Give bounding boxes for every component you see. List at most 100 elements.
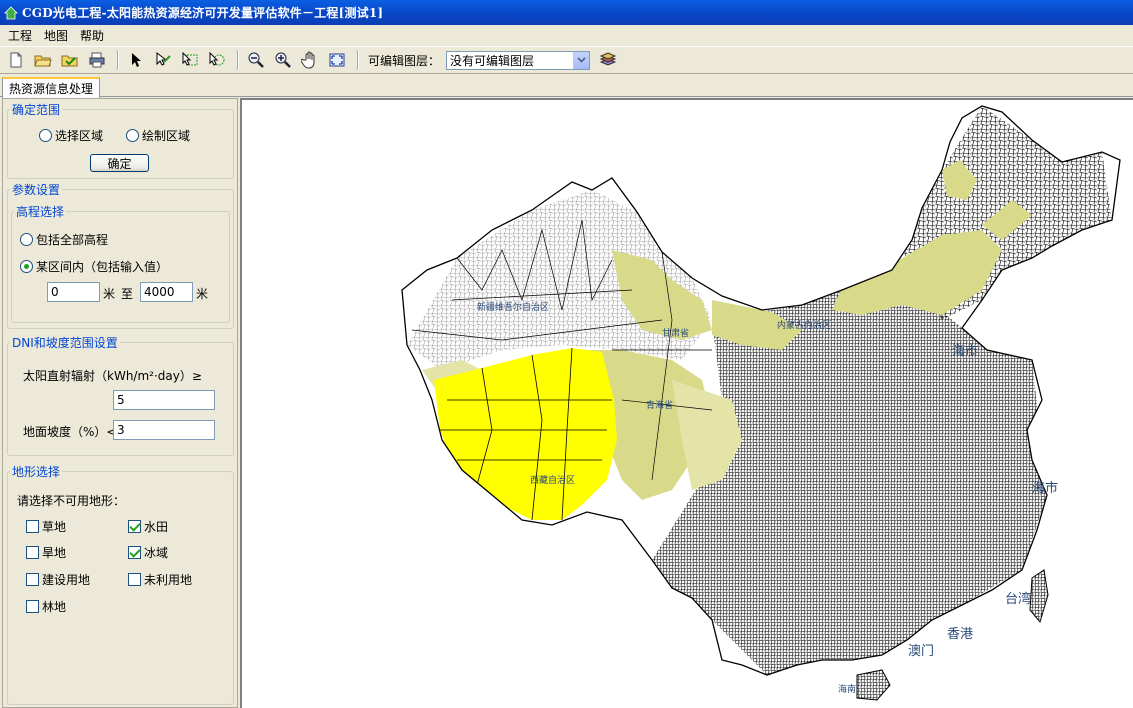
open-project-button[interactable] (58, 49, 82, 71)
radio-circle[interactable] (39, 129, 52, 142)
elevation-max-input[interactable]: 4000 (140, 282, 193, 302)
map-label-qinghai: 青海省 (646, 399, 673, 411)
confirm-button[interactable]: 确定 (90, 154, 149, 172)
menu-map[interactable]: 地图 (38, 27, 74, 44)
slope-input[interactable]: 3 (113, 420, 215, 440)
checkbox-label: 建设用地 (42, 573, 91, 587)
checkbox-ice[interactable]: 冰域 (128, 544, 168, 561)
left-panel: 确定范围 选择区域 绘制区域 确定 参数设置 高程选择 包括全部高程 某区间内（… (2, 98, 238, 708)
map-label-inner-mongolia: 内蒙古自治区 (777, 319, 831, 331)
map-label-shanghai: 海市 (1032, 480, 1058, 496)
checkbox-unused-land[interactable]: 未利用地 (128, 571, 192, 588)
checkbox-box[interactable] (26, 546, 39, 559)
tab-heat-resource[interactable]: 热资源信息处理 (2, 77, 101, 98)
full-extent-button[interactable] (325, 49, 349, 71)
checkbox-dryland[interactable]: 旱地 (26, 544, 66, 561)
map-label-gansu: 甘肃省 (662, 327, 689, 339)
chevron-down-icon[interactable] (573, 51, 590, 69)
checkbox-paddy[interactable]: 水田 (128, 518, 168, 535)
checkbox-box[interactable] (128, 520, 141, 533)
checkbox-box[interactable] (26, 573, 39, 586)
menu-help[interactable]: 帮助 (74, 27, 110, 44)
menu-project[interactable]: 工程 (2, 27, 38, 44)
select-by-point-icon (209, 52, 225, 66)
zoom-out-button[interactable] (244, 49, 268, 71)
select-by-point-button[interactable] (205, 49, 229, 71)
zoom-in-button[interactable] (271, 49, 295, 71)
unit-meter-label: 米 (103, 287, 116, 301)
open-folder-icon (34, 55, 52, 67)
checkbox-label: 未利用地 (144, 573, 193, 587)
toolbar: 可编辑图层： 没有可编辑图层 (0, 46, 1133, 74)
tab-strip: 热资源信息处理 (0, 75, 1133, 98)
radio-circle[interactable] (20, 260, 33, 273)
new-file-icon (10, 52, 22, 68)
terrain-prompt: 请选择不可用地形： (17, 494, 126, 508)
zoom-out-icon (248, 52, 264, 68)
checkbox-grassland[interactable]: 草地 (26, 518, 66, 535)
select-feature-button[interactable] (151, 49, 175, 71)
map-label-tibet: 西藏自治区 (530, 474, 575, 486)
dni-legend: DNI和坡度范围设置 (12, 336, 118, 350)
radio-select-region[interactable]: 选择区域 (39, 127, 103, 144)
open-project-icon (61, 55, 78, 67)
toolbar-separator (357, 50, 359, 70)
editable-layer-label: 可编辑图层： (368, 53, 441, 68)
radio-label: 选择区域 (55, 129, 104, 143)
print-button[interactable] (85, 49, 109, 71)
layers-button[interactable] (596, 49, 620, 71)
checkbox-label: 冰域 (144, 546, 169, 560)
toolbar-separator (117, 50, 119, 70)
dni-label: 太阳直射辐射（kWh/m²·day）≥ (23, 369, 202, 383)
map-label-macau: 澳门 (908, 643, 934, 659)
checkbox-label: 水田 (144, 520, 169, 534)
title-bar: CGD光电工程-太阳能热资源经济可开发量评估软件－工程[测试1] (0, 0, 1133, 25)
terrain-legend: 地形选择 (12, 465, 61, 479)
pan-hand-icon (301, 51, 315, 69)
editable-layer-value: 没有可编辑图层 (450, 53, 535, 68)
slope-label: 地面坡度（%）< (23, 425, 117, 439)
layers-icon (599, 52, 617, 66)
map-view[interactable]: 新疆维吾尔自治区 甘肃省 内蒙古自治区 海市 青海省 西藏自治区 海市 台湾 香… (240, 98, 1133, 708)
zoom-in-icon (275, 52, 291, 68)
elevation-legend: 高程选择 (16, 205, 65, 219)
map-label-hainan: 海南 (838, 683, 856, 695)
select-region-icon (182, 52, 198, 66)
dni-input[interactable]: 5 (113, 390, 215, 410)
radio-label: 绘制区域 (142, 129, 191, 143)
radio-circle[interactable] (20, 233, 33, 246)
select-arrow-icon (132, 53, 141, 67)
scope-legend: 确定范围 (12, 103, 61, 117)
map-label-taiwan: 台湾 (1005, 591, 1031, 607)
map-label-xinjiang: 新疆维吾尔自治区 (477, 301, 549, 313)
select-arrow-button[interactable] (124, 49, 148, 71)
checkbox-box[interactable] (128, 573, 141, 586)
to-label: 至 (121, 287, 134, 301)
select-feature-icon (156, 52, 171, 66)
select-region-button[interactable] (178, 49, 202, 71)
print-icon (89, 52, 105, 68)
china-map[interactable]: 新疆维吾尔自治区 甘肃省 内蒙古自治区 海市 青海省 西藏自治区 海市 台湾 香… (242, 100, 1133, 708)
unit-meter-label: 米 (196, 287, 209, 301)
elevation-min-input[interactable]: 0 (47, 282, 100, 302)
checkbox-forest[interactable]: 林地 (26, 598, 66, 615)
radio-circle[interactable] (126, 129, 139, 142)
radio-elevation-range[interactable]: 某区间内（包括输入值） (20, 258, 168, 275)
radio-draw-region[interactable]: 绘制区域 (126, 127, 190, 144)
open-folder-button[interactable] (31, 49, 55, 71)
checkbox-box[interactable] (26, 600, 39, 613)
radio-all-elevation[interactable]: 包括全部高程 (20, 231, 108, 248)
checkbox-box[interactable] (128, 546, 141, 559)
checkbox-construction-land[interactable]: 建设用地 (26, 571, 90, 588)
taiwan-shape (1029, 569, 1049, 624)
checkbox-box[interactable] (26, 520, 39, 533)
checkbox-label: 林地 (42, 600, 67, 614)
pan-button[interactable] (298, 49, 322, 71)
editable-layer-select[interactable]: 没有可编辑图层 (446, 50, 591, 70)
params-legend: 参数设置 (12, 183, 61, 197)
new-file-button[interactable] (4, 49, 28, 71)
app-icon (4, 5, 18, 19)
checkbox-label: 旱地 (42, 546, 67, 560)
hainan-shape (856, 669, 891, 701)
window-title: CGD光电工程-太阳能热资源经济可开发量评估软件－工程[测试1] (22, 6, 384, 20)
